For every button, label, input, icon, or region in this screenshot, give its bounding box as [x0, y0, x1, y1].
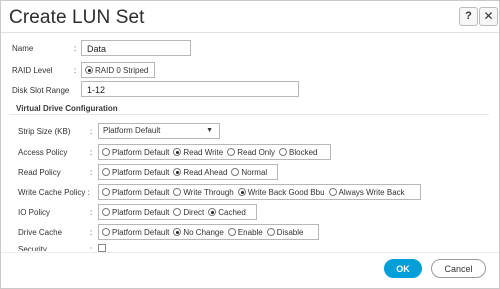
- radio-icon[interactable]: [102, 148, 110, 156]
- radio-icon[interactable]: [328, 188, 337, 196]
- close-icon[interactable]: ✕: [479, 7, 498, 26]
- option-label: Platform Default: [112, 147, 170, 157]
- radio-icon[interactable]: [102, 188, 110, 196]
- radio-icon[interactable]: [279, 148, 288, 156]
- option-label: Blocked: [289, 147, 318, 157]
- write-cache-policy-label: Write Cache Policy :: [18, 188, 90, 197]
- access-policy-group: Platform Default Read Write Read Only Bl…: [98, 144, 331, 160]
- read-policy-label: Read Policy: [18, 168, 61, 177]
- io-policy-option[interactable]: Direct: [173, 208, 204, 217]
- colon: :: [90, 168, 93, 177]
- raid-level-group: RAID 0 Striped: [81, 62, 155, 78]
- drive-cache-option[interactable]: Platform Default: [102, 228, 169, 237]
- read-policy-option[interactable]: Platform Default: [102, 168, 169, 177]
- radio-selected-icon[interactable]: [173, 228, 182, 236]
- option-label: Always Write Back: [338, 187, 405, 197]
- raid-0-striped-option[interactable]: RAID 0 Striped: [85, 66, 148, 75]
- access-policy-option[interactable]: Blocked: [279, 147, 318, 157]
- disk-slot-range-label: Disk Slot Range: [12, 86, 70, 95]
- radio-icon[interactable]: [102, 228, 110, 236]
- help-icon[interactable]: ?: [459, 7, 478, 26]
- colon: :: [90, 208, 93, 217]
- radio-selected-icon[interactable]: [173, 148, 182, 156]
- name-input[interactable]: Data: [81, 40, 191, 56]
- write-cache-option[interactable]: Write Back Good Bbu: [237, 187, 325, 197]
- radio-icon[interactable]: [231, 168, 240, 176]
- option-label: Direct: [183, 207, 205, 217]
- write-cache-option[interactable]: Write Through: [173, 187, 234, 197]
- read-policy-option[interactable]: Read Ahead: [173, 168, 227, 177]
- colon: :: [90, 148, 93, 157]
- radio-icon[interactable]: [102, 168, 110, 176]
- option-label: Read Ahead: [183, 167, 228, 177]
- option-label: Platform Default: [112, 187, 170, 197]
- strip-size-label: Strip Size (KB): [18, 127, 71, 136]
- write-cache-policy-group: Platform Default Write Through Write Bac…: [98, 184, 421, 200]
- access-policy-label: Access Policy: [18, 148, 68, 157]
- security-checkbox[interactable]: [98, 244, 106, 252]
- option-label: Platform Default: [112, 167, 170, 177]
- option-label: Disable: [276, 227, 304, 237]
- raid-option-label: RAID 0 Striped: [95, 65, 149, 75]
- radio-icon[interactable]: [102, 208, 110, 216]
- colon: :: [90, 245, 93, 251]
- io-policy-label: IO Policy: [18, 208, 51, 217]
- option-label: Platform Default: [112, 227, 170, 237]
- footer: [1, 253, 499, 288]
- dialog-title: Create LUN Set: [9, 7, 145, 28]
- option-label: Platform Default: [112, 207, 170, 217]
- option-label: Write Back Good Bbu: [247, 187, 325, 197]
- radio-icon[interactable]: [227, 148, 236, 156]
- option-label: No Change: [183, 227, 224, 237]
- option-label: Enable: [237, 227, 263, 237]
- access-policy-option[interactable]: Platform Default: [102, 148, 169, 157]
- radio-icon[interactable]: [266, 228, 275, 236]
- raid-level-label: RAID Level: [12, 66, 53, 75]
- caret-down-icon: ▼: [206, 127, 213, 134]
- radio-selected-icon[interactable]: [85, 66, 93, 74]
- name-label: Name: [12, 44, 34, 53]
- drive-cache-option[interactable]: No Change: [173, 227, 224, 237]
- radio-selected-icon[interactable]: [208, 208, 217, 216]
- strip-size-select[interactable]: Platform Default ▼: [98, 123, 220, 139]
- footer-divider: [1, 252, 499, 253]
- colon: :: [74, 44, 77, 53]
- read-policy-group: Platform Default Read Ahead Normal: [98, 164, 278, 180]
- drive-cache-option[interactable]: Disable: [266, 227, 304, 237]
- cancel-button[interactable]: Cancel: [431, 259, 486, 278]
- option-label: Write Through: [183, 187, 234, 197]
- option-label: Read Write: [183, 147, 224, 157]
- radio-icon[interactable]: [173, 188, 182, 196]
- create-lun-set-dialog: Create LUN Set ? ✕ Name : Data RAID Leve…: [0, 0, 500, 289]
- colon: :: [74, 66, 77, 75]
- disk-slot-range-input[interactable]: 1-12: [81, 81, 299, 97]
- radio-selected-icon[interactable]: [237, 188, 246, 196]
- radio-selected-icon[interactable]: [173, 168, 182, 176]
- drive-cache-option[interactable]: Enable: [227, 227, 263, 237]
- section-divider: [9, 114, 489, 115]
- write-cache-option[interactable]: Always Write Back: [328, 187, 405, 197]
- radio-icon[interactable]: [173, 208, 182, 216]
- io-policy-option[interactable]: Cached: [208, 208, 246, 217]
- access-policy-option[interactable]: Read Only: [227, 148, 275, 157]
- option-label: Normal: [241, 167, 268, 177]
- colon: :: [90, 228, 93, 237]
- radio-icon[interactable]: [227, 228, 236, 236]
- section-title: Virtual Drive Configuration: [16, 104, 118, 113]
- read-policy-option[interactable]: Normal: [231, 168, 267, 177]
- option-label: Cached: [218, 207, 246, 217]
- option-label: Read Only: [237, 147, 276, 157]
- io-policy-option[interactable]: Platform Default: [102, 208, 169, 217]
- header-divider: [1, 32, 499, 33]
- colon: :: [90, 127, 93, 136]
- drive-cache-group: Platform Default No Change Enable Disabl…: [98, 224, 319, 240]
- io-policy-group: Platform Default Direct Cached: [98, 204, 257, 220]
- ok-button[interactable]: OK: [384, 259, 422, 278]
- drive-cache-label: Drive Cache: [18, 228, 63, 237]
- security-label: Security: [18, 245, 47, 251]
- write-cache-option[interactable]: Platform Default: [102, 188, 169, 197]
- access-policy-option[interactable]: Read Write: [173, 148, 223, 157]
- strip-size-value: Platform Default: [103, 126, 161, 135]
